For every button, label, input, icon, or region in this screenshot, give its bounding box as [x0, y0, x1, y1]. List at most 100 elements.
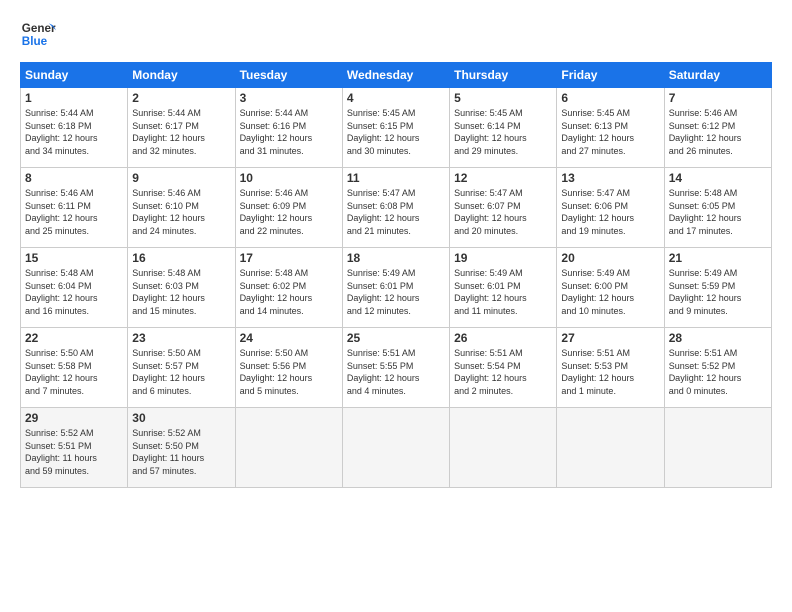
logo: General Blue	[20, 16, 56, 52]
day-detail: Sunrise: 5:48 AMSunset: 6:05 PMDaylight:…	[669, 187, 767, 237]
calendar-cell	[664, 408, 771, 488]
day-number: 27	[561, 331, 659, 345]
calendar-cell	[557, 408, 664, 488]
weekday-header-friday: Friday	[557, 63, 664, 88]
day-number: 21	[669, 251, 767, 265]
calendar-table: SundayMondayTuesdayWednesdayThursdayFrid…	[20, 62, 772, 488]
calendar-cell: 11 Sunrise: 5:47 AMSunset: 6:08 PMDayligh…	[342, 168, 449, 248]
day-detail: Sunrise: 5:46 AMSunset: 6:11 PMDaylight:…	[25, 187, 123, 237]
calendar-cell: 8 Sunrise: 5:46 AMSunset: 6:11 PMDaylight…	[21, 168, 128, 248]
calendar-cell: 21 Sunrise: 5:49 AMSunset: 5:59 PMDayligh…	[664, 248, 771, 328]
weekday-header-saturday: Saturday	[664, 63, 771, 88]
day-detail: Sunrise: 5:47 AMSunset: 6:06 PMDaylight:…	[561, 187, 659, 237]
day-detail: Sunrise: 5:49 AMSunset: 6:01 PMDaylight:…	[347, 267, 445, 317]
day-number: 12	[454, 171, 552, 185]
weekday-header-tuesday: Tuesday	[235, 63, 342, 88]
calendar-cell	[450, 408, 557, 488]
day-detail: Sunrise: 5:48 AMSunset: 6:03 PMDaylight:…	[132, 267, 230, 317]
day-detail: Sunrise: 5:45 AMSunset: 6:13 PMDaylight:…	[561, 107, 659, 157]
calendar-cell: 5Sunrise: 5:45 AMSunset: 6:14 PMDaylight…	[450, 88, 557, 168]
calendar-cell: 7 Sunrise: 5:46 AMSunset: 6:12 PMDaylight…	[664, 88, 771, 168]
day-number: 30	[132, 411, 230, 425]
calendar-cell: 24 Sunrise: 5:50 AMSunset: 5:56 PMDayligh…	[235, 328, 342, 408]
day-number: 13	[561, 171, 659, 185]
calendar-cell: 22Sunrise: 5:50 AMSunset: 5:58 PMDayligh…	[21, 328, 128, 408]
day-number: 29	[25, 411, 123, 425]
header: General Blue	[20, 16, 772, 52]
day-number: 25	[347, 331, 445, 345]
logo-icon: General Blue	[20, 16, 56, 52]
day-number: 26	[454, 331, 552, 345]
calendar-cell: 9 Sunrise: 5:46 AMSunset: 6:10 PMDaylight…	[128, 168, 235, 248]
svg-text:Blue: Blue	[22, 35, 48, 48]
page: General Blue SundayMondayTuesdayWednesda…	[0, 0, 792, 612]
day-detail: Sunrise: 5:48 AMSunset: 6:04 PMDaylight:…	[25, 267, 123, 317]
day-detail: Sunrise: 5:49 AMSunset: 5:59 PMDaylight:…	[669, 267, 767, 317]
day-number: 2	[132, 91, 230, 105]
day-number: 17	[240, 251, 338, 265]
day-detail: Sunrise: 5:49 AMSunset: 6:01 PMDaylight:…	[454, 267, 552, 317]
day-detail: Sunrise: 5:51 AMSunset: 5:55 PMDaylight:…	[347, 347, 445, 397]
day-detail: Sunrise: 5:51 AMSunset: 5:54 PMDaylight:…	[454, 347, 552, 397]
day-number: 20	[561, 251, 659, 265]
calendar-cell: 18 Sunrise: 5:49 AMSunset: 6:01 PMDayligh…	[342, 248, 449, 328]
calendar-cell: 1 Sunrise: 5:44 AMSunset: 6:18 PMDaylight…	[21, 88, 128, 168]
day-detail: Sunrise: 5:50 AMSunset: 5:56 PMDaylight:…	[240, 347, 338, 397]
calendar-cell: 2Sunrise: 5:44 AMSunset: 6:17 PMDaylight…	[128, 88, 235, 168]
day-detail: Sunrise: 5:45 AMSunset: 6:15 PMDaylight:…	[347, 107, 445, 157]
day-number: 15	[25, 251, 123, 265]
day-detail: Sunrise: 5:50 AMSunset: 5:57 PMDaylight:…	[132, 347, 230, 397]
weekday-header-wednesday: Wednesday	[342, 63, 449, 88]
day-detail: Sunrise: 5:46 AMSunset: 6:12 PMDaylight:…	[669, 107, 767, 157]
day-detail: Sunrise: 5:51 AMSunset: 5:53 PMDaylight:…	[561, 347, 659, 397]
day-detail: Sunrise: 5:47 AMSunset: 6:07 PMDaylight:…	[454, 187, 552, 237]
weekday-header-monday: Monday	[128, 63, 235, 88]
day-number: 14	[669, 171, 767, 185]
calendar-cell: 4 Sunrise: 5:45 AMSunset: 6:15 PMDaylight…	[342, 88, 449, 168]
weekday-header-sunday: Sunday	[21, 63, 128, 88]
day-detail: Sunrise: 5:52 AMSunset: 5:50 PMDaylight:…	[132, 427, 230, 477]
calendar-cell: 29Sunrise: 5:52 AMSunset: 5:51 PMDayligh…	[21, 408, 128, 488]
day-detail: Sunrise: 5:51 AMSunset: 5:52 PMDaylight:…	[669, 347, 767, 397]
calendar-cell: 3 Sunrise: 5:44 AMSunset: 6:16 PMDaylight…	[235, 88, 342, 168]
day-detail: Sunrise: 5:49 AMSunset: 6:00 PMDaylight:…	[561, 267, 659, 317]
day-number: 16	[132, 251, 230, 265]
calendar-cell	[235, 408, 342, 488]
day-number: 8	[25, 171, 123, 185]
day-number: 10	[240, 171, 338, 185]
calendar-cell: 26 Sunrise: 5:51 AMSunset: 5:54 PMDayligh…	[450, 328, 557, 408]
day-number: 18	[347, 251, 445, 265]
day-detail: Sunrise: 5:46 AMSunset: 6:09 PMDaylight:…	[240, 187, 338, 237]
calendar-cell: 25 Sunrise: 5:51 AMSunset: 5:55 PMDayligh…	[342, 328, 449, 408]
weekday-header-thursday: Thursday	[450, 63, 557, 88]
calendar-cell: 30 Sunrise: 5:52 AMSunset: 5:50 PMDayligh…	[128, 408, 235, 488]
day-detail: Sunrise: 5:44 AMSunset: 6:18 PMDaylight:…	[25, 107, 123, 157]
day-number: 7	[669, 91, 767, 105]
day-detail: Sunrise: 5:46 AMSunset: 6:10 PMDaylight:…	[132, 187, 230, 237]
day-detail: Sunrise: 5:47 AMSunset: 6:08 PMDaylight:…	[347, 187, 445, 237]
calendar-cell: 28Sunrise: 5:51 AMSunset: 5:52 PMDayligh…	[664, 328, 771, 408]
calendar-cell: 17 Sunrise: 5:48 AMSunset: 6:02 PMDayligh…	[235, 248, 342, 328]
day-number: 6	[561, 91, 659, 105]
day-number: 4	[347, 91, 445, 105]
day-detail: Sunrise: 5:48 AMSunset: 6:02 PMDaylight:…	[240, 267, 338, 317]
calendar-cell	[342, 408, 449, 488]
day-number: 3	[240, 91, 338, 105]
day-number: 1	[25, 91, 123, 105]
calendar-cell: 15 Sunrise: 5:48 AMSunset: 6:04 PMDayligh…	[21, 248, 128, 328]
day-number: 9	[132, 171, 230, 185]
calendar-cell: 27 Sunrise: 5:51 AMSunset: 5:53 PMDayligh…	[557, 328, 664, 408]
calendar-cell: 19 Sunrise: 5:49 AMSunset: 6:01 PMDayligh…	[450, 248, 557, 328]
calendar-cell: 13 Sunrise: 5:47 AMSunset: 6:06 PMDayligh…	[557, 168, 664, 248]
calendar-cell: 12 Sunrise: 5:47 AMSunset: 6:07 PMDayligh…	[450, 168, 557, 248]
day-number: 5	[454, 91, 552, 105]
calendar-cell: 20 Sunrise: 5:49 AMSunset: 6:00 PMDayligh…	[557, 248, 664, 328]
calendar-cell: 6 Sunrise: 5:45 AMSunset: 6:13 PMDaylight…	[557, 88, 664, 168]
svg-text:General: General	[22, 22, 56, 35]
day-detail: Sunrise: 5:50 AMSunset: 5:58 PMDaylight:…	[25, 347, 123, 397]
day-number: 19	[454, 251, 552, 265]
day-detail: Sunrise: 5:44 AMSunset: 6:16 PMDaylight:…	[240, 107, 338, 157]
day-number: 11	[347, 171, 445, 185]
day-number: 24	[240, 331, 338, 345]
calendar-cell: 14 Sunrise: 5:48 AMSunset: 6:05 PMDayligh…	[664, 168, 771, 248]
